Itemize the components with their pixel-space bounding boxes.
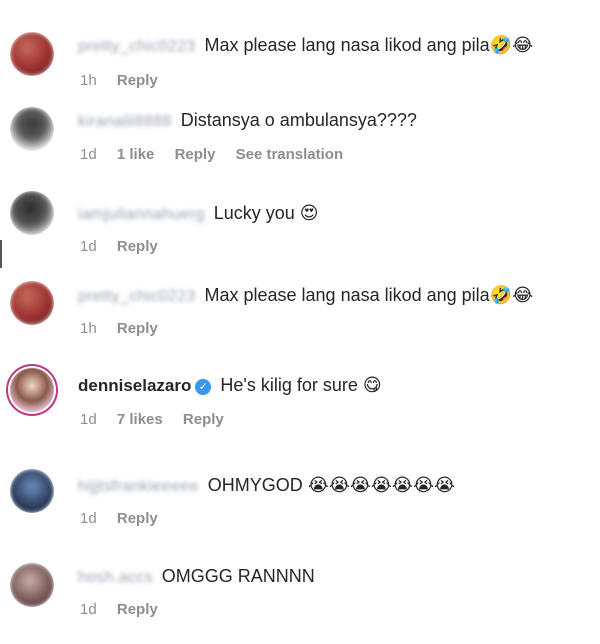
emoji: 🤣😂 xyxy=(489,285,534,305)
emoji: 😋 xyxy=(362,375,382,395)
verified-badge-icon: ✓ xyxy=(195,379,212,395)
emoji: 🤣😂 xyxy=(489,35,534,55)
timestamp: 1d xyxy=(80,510,97,527)
timestamp: 1d xyxy=(80,146,97,163)
reply-button[interactable]: Reply xyxy=(117,238,158,255)
avatar[interactable] xyxy=(10,469,54,513)
reply-button[interactable]: Reply xyxy=(175,146,216,163)
reply-button[interactable]: Reply xyxy=(117,510,158,527)
username[interactable]: iamjuliannahuerg xyxy=(78,203,205,227)
avatar[interactable] xyxy=(10,281,54,325)
comment-text: Distansya o ambulansya???? xyxy=(180,110,417,130)
username[interactable]: pretty_chic0223 xyxy=(78,35,195,59)
timestamp: 1h xyxy=(80,320,97,337)
likes-count[interactable]: 1 like xyxy=(117,146,155,163)
avatar[interactable] xyxy=(10,107,54,151)
emoji: 😍 xyxy=(299,203,319,223)
reply-button[interactable]: Reply xyxy=(117,72,158,89)
timestamp: 1d xyxy=(80,601,97,618)
comment-text: OHMYGOD xyxy=(207,475,303,495)
emoji: 😭😭😭😭😭😭😭 xyxy=(307,475,456,495)
avatar[interactable] xyxy=(10,368,54,412)
username[interactable]: denniselazaro xyxy=(78,374,191,398)
username[interactable]: pretty_chic0223 xyxy=(78,285,195,309)
reply-button[interactable]: Reply xyxy=(117,320,158,337)
comment-text: He's kilig for sure xyxy=(220,375,358,395)
username[interactable]: hosh.accs xyxy=(78,566,153,590)
avatar[interactable] xyxy=(10,563,54,607)
edge-marker xyxy=(0,240,2,268)
comment-text: Max please lang nasa likod ang pila xyxy=(204,285,490,305)
comment-text: Lucky you xyxy=(213,203,295,223)
avatar[interactable] xyxy=(10,32,54,76)
likes-count[interactable]: 7 likes xyxy=(117,411,163,428)
timestamp: 1d xyxy=(80,238,97,255)
timestamp: 1d xyxy=(80,411,97,428)
username[interactable]: kiranalii8888 xyxy=(78,110,172,134)
see-translation-button[interactable]: See translation xyxy=(236,146,344,163)
username[interactable]: hijjtsfrankieeeee xyxy=(78,475,199,499)
timestamp: 1h xyxy=(80,72,97,89)
comment-text: OMGGG RANNNN xyxy=(161,566,315,586)
comment-text: Max please lang nasa likod ang pila xyxy=(204,35,490,55)
reply-button[interactable]: Reply xyxy=(117,601,158,618)
avatar[interactable] xyxy=(10,191,54,235)
reply-button[interactable]: Reply xyxy=(183,411,224,428)
